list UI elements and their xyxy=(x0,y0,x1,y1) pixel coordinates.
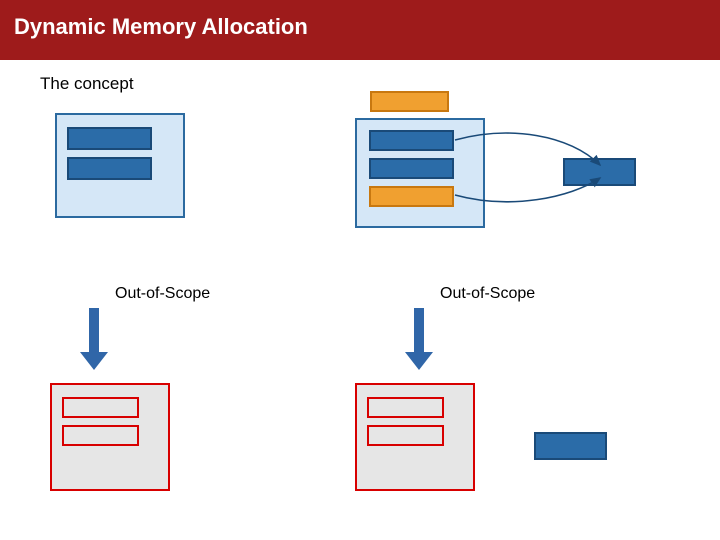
stack-slot xyxy=(369,158,454,179)
stack-slot xyxy=(67,157,152,180)
stack-slot-dead xyxy=(62,397,139,418)
stack-slot xyxy=(67,127,152,150)
pointer-arrow-icon xyxy=(450,130,640,210)
slide: { "title": "Dynamic Memory Allocation", … xyxy=(0,0,720,540)
stack-slot xyxy=(369,130,454,151)
stack-container-left-after xyxy=(50,383,170,491)
stack-slot-dead xyxy=(367,397,444,418)
slide-subtitle: The concept xyxy=(40,74,134,94)
slide-title: Dynamic Memory Allocation xyxy=(14,14,308,40)
stack-container-right-after xyxy=(355,383,475,491)
stack-container-left-before xyxy=(55,113,185,218)
out-of-scope-label-left: Out-of-Scope xyxy=(115,285,210,303)
stack-slot-pointer xyxy=(369,186,454,207)
stack-slot-dead xyxy=(62,425,139,446)
heap-block-leaked xyxy=(534,432,607,460)
out-of-scope-label-right: Out-of-Scope xyxy=(440,285,535,303)
stack-slot-dead xyxy=(367,425,444,446)
stack-slot-extra xyxy=(370,91,449,112)
